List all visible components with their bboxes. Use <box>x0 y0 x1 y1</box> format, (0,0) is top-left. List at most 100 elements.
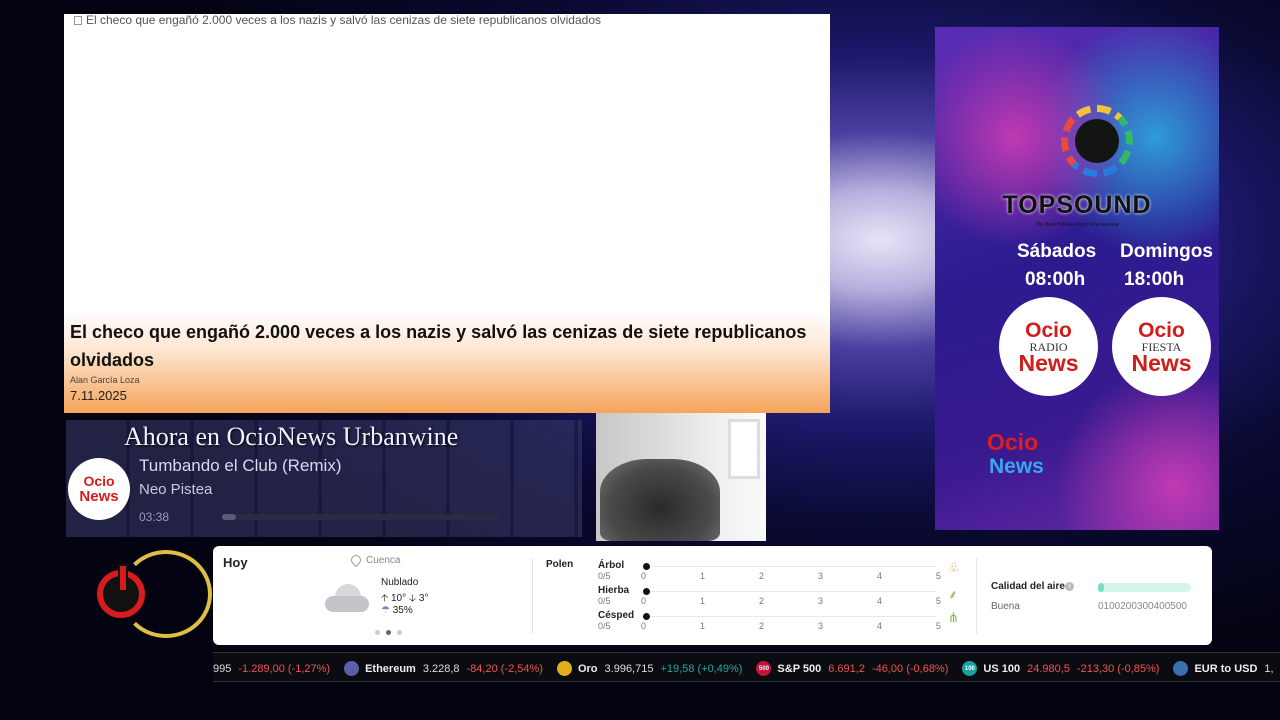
logo-ocio: Ocio <box>1138 318 1185 342</box>
video-thumbnail[interactable] <box>596 413 766 541</box>
ocio-fiesta-logo: Ocio FIESTA News <box>1112 297 1211 396</box>
pollen-name: Césped <box>598 610 635 621</box>
divider <box>532 558 533 634</box>
tick-label: 5 <box>935 571 941 581</box>
banner-time-1: 08:00h <box>1025 269 1086 290</box>
logo-ocio: Ocio <box>1025 318 1072 342</box>
tick-label: 2 <box>758 621 764 631</box>
news-title[interactable]: El checo que engañó 2.000 veces a los na… <box>70 318 824 374</box>
pollen-row-lawn: Césped 0/5 0 1 2 3 4 5 ⋔ <box>598 610 959 634</box>
ticker-name: S&P 500 <box>777 662 822 675</box>
ticker-item[interactable]: 500 S&P 500 6.691,2 -46,00 (-0,68%) <box>756 661 948 676</box>
pollen-score: 0/5 <box>598 621 611 631</box>
air-quality-fill <box>1098 583 1104 592</box>
pollen-row-tree: Árbol 0/5 0 1 2 3 4 5 ♧ <box>598 560 960 584</box>
ticker-price: 995 <box>213 662 232 675</box>
pager-dot[interactable] <box>397 630 402 635</box>
tick-label: 0 <box>641 621 647 631</box>
station-logo-top: Ocio <box>83 473 115 489</box>
logo-news: News <box>1018 349 1079 376</box>
pager-dot-active[interactable] <box>386 630 391 635</box>
tick-label: 0 <box>641 571 647 581</box>
pollen-score: 0/5 <box>598 571 611 581</box>
news-author: Alan García Loza <box>70 375 140 385</box>
ticker-price: 1, <box>1264 662 1274 675</box>
ticker-change: +19,58 (+0,49%) <box>660 662 743 675</box>
ticker-name: Ethereum <box>365 662 416 675</box>
video-window-shape <box>728 419 760 479</box>
lawn-icon: ⋔ <box>948 610 959 625</box>
tick-label: 1 <box>699 596 705 606</box>
tick-label: 3 <box>817 571 823 581</box>
song-artist: Neo Pistea <box>139 481 213 498</box>
news-card[interactable]: El checo que engañó 2.000 veces a los na… <box>64 14 830 413</box>
weather-pager[interactable] <box>375 630 402 635</box>
pollen-level-marker <box>643 613 650 620</box>
ticker-item[interactable]: 100 US 100 24.980,5 -213,30 (-0,85%) <box>962 661 1159 676</box>
grass-icon: ⸙ <box>948 587 958 602</box>
ticker-price: 24.980,5 <box>1027 662 1070 675</box>
tick-label: 3 <box>817 596 823 606</box>
tick-label: 2 <box>758 571 764 581</box>
air-quality-scale: 0100200300400500 <box>1098 601 1187 612</box>
weather-rain: ☂ 35% <box>381 605 413 616</box>
pollen-ticks: 0 1 2 3 4 5 <box>641 621 941 631</box>
news-date: 7.11.2025 <box>70 388 127 403</box>
tick-label: 4 <box>876 621 882 631</box>
arrow-up-icon: 🡡 <box>381 593 389 604</box>
tick-label: 5 <box>935 596 941 606</box>
banner-brand: TOPSOUND <box>1002 191 1152 219</box>
air-quality-bar <box>1098 583 1191 592</box>
ticker-price: 3.228,8 <box>422 662 460 675</box>
logo-news: News <box>1131 349 1192 376</box>
song-progress-bar <box>222 514 500 520</box>
arrow-down-icon: 🡣 <box>408 593 417 604</box>
pollen-name: Hierba <box>598 585 630 596</box>
ticker-price: 6.691,2 <box>828 662 865 675</box>
pollen-ticks: 0 1 2 3 4 5 <box>641 596 941 606</box>
ticker-item[interactable]: EUR to USD 1, <box>1173 661 1280 676</box>
globe-icon <box>1075 119 1119 163</box>
banner-day-2: Domingos <box>1120 241 1213 262</box>
ticker-change: -213,30 (-0,85%) <box>1076 662 1160 675</box>
air-quality-status: Buena <box>991 601 1020 612</box>
news-image-alt: El checo que engañó 2.000 veces a los na… <box>86 14 601 27</box>
pollen-score: 0/5 <box>598 596 611 606</box>
pollen-scale-line <box>650 591 936 592</box>
pollen-label: Polen <box>546 559 574 570</box>
ticker-item[interactable]: Ethereum 3.228,8 -84,20 (-2,54%) <box>344 661 543 676</box>
video-subject-shape <box>600 459 720 541</box>
rain-chance: 35% <box>392 605 413 616</box>
market-ticker: 995 -1.289,00 (-1,27%) Ethereum 3.228,8 -84,… <box>213 652 1280 682</box>
tick-label: 1 <box>699 571 705 581</box>
tick-label: 0 <box>641 596 647 606</box>
weather-city[interactable]: Cuenca <box>366 555 400 566</box>
banner-tagline: The Best Holiday Music From Europe <box>1035 222 1119 228</box>
temp-high: 10° <box>390 593 407 604</box>
song-progress-fill <box>222 514 236 520</box>
banner-day-1: Sábados <box>1017 241 1097 262</box>
info-icon[interactable]: i <box>1065 582 1074 591</box>
tick-label: 4 <box>876 571 882 581</box>
power-icon <box>97 564 145 618</box>
ethereum-icon <box>344 661 360 676</box>
banner-small-logo-bottom: News <box>989 455 1044 478</box>
broken-image-icon <box>74 16 82 25</box>
ticker-name: US 100 <box>983 662 1021 675</box>
ticker-change: -46,00 (-0,68%) <box>871 662 949 675</box>
temp-low: 3° <box>418 593 429 604</box>
news-caption: El checo que engañó 2.000 veces a los na… <box>64 310 830 413</box>
weather-widget: Hoy Cuenca Nublado 🡡 10° 🡣 3° ☂ 35% Pole… <box>213 546 1212 645</box>
ticker-change: -84,20 (-2,54%) <box>466 662 543 675</box>
ticker-item[interactable]: Oro 3.996,715 +19,58 (+0,49%) <box>556 661 743 676</box>
ticker-price: 3.996,715 <box>604 662 654 675</box>
weather-day-label: Hoy <box>223 555 248 570</box>
ticker-item[interactable]: 995 -1.289,00 (-1,27%) <box>213 663 330 675</box>
tick-label: 4 <box>876 596 882 606</box>
us100-icon: 100 <box>962 661 978 676</box>
divider <box>976 558 977 634</box>
pager-dot[interactable] <box>375 630 380 635</box>
topsound-banner[interactable]: TOPSOUND The Best Holiday Music From Eur… <box>935 27 1219 530</box>
air-quality-label: Calidad del aire <box>991 581 1065 592</box>
tree-icon: ♧ <box>948 560 960 575</box>
